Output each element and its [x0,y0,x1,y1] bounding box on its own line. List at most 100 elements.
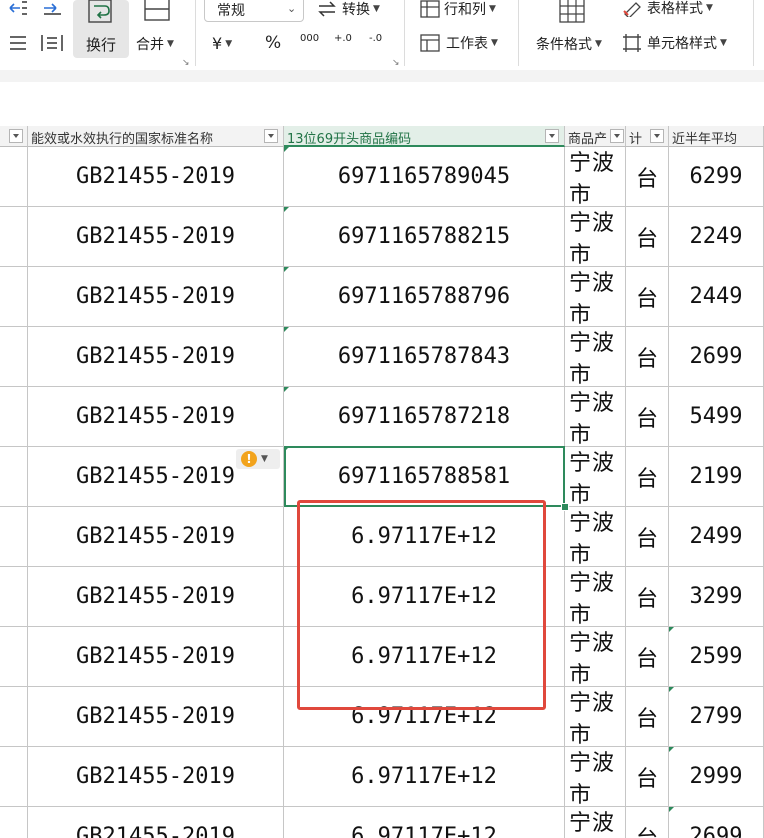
avg-price-cell[interactable]: 5499 [669,387,764,447]
row-leading-cell[interactable] [0,747,28,807]
origin-cell[interactable]: 宁波市 [565,327,626,387]
product-code-cell[interactable]: 6.97117E+12 [284,507,565,567]
product-code-cell[interactable]: 6971165789045 [284,147,565,207]
standard-cell[interactable]: GB21455-2019 [28,147,284,207]
avg-price-cell[interactable]: 2249 [669,207,764,267]
avg-price-cell[interactable]: 2199 [669,447,764,507]
product-code-cell[interactable]: 6.97117E+12 [284,807,565,838]
thousands-separator-button[interactable]: 000 [300,33,319,44]
unit-cell[interactable]: 台 [626,567,669,627]
unit-cell[interactable]: 台 [626,147,669,207]
avg-price-cell[interactable]: 2799 [669,687,764,747]
unit-cell[interactable]: 台 [626,507,669,567]
table-style-button[interactable]: 表格样式 ▼ [622,0,713,18]
row-leading-cell[interactable] [0,567,28,627]
column-header-origin[interactable]: 商品产 [565,126,626,147]
row-leading-cell[interactable] [0,387,28,447]
merge-cells-button[interactable]: 合并 ▼ [136,34,174,54]
unit-cell[interactable]: 台 [626,747,669,807]
unit-cell[interactable]: 台 [626,687,669,747]
standard-cell[interactable]: GB21455-2019 [28,207,284,267]
filter-dropdown-icon[interactable] [650,129,664,143]
currency-format-button[interactable]: ¥ ▼ [212,34,232,53]
merge-cells-icon[interactable] [144,0,170,22]
dialog-launcher-icon[interactable]: ↘ [392,58,400,68]
row-leading-cell[interactable] [0,327,28,387]
distributed-align-icon[interactable] [40,33,64,53]
product-code-cell[interactable]: 6.97117E+12 [284,747,565,807]
standard-cell[interactable]: GB21455-2019 [28,747,284,807]
standard-cell[interactable]: GB21455-2019 [28,627,284,687]
row-leading-cell[interactable] [0,147,28,207]
product-code-cell[interactable]: 6971165787843 [284,327,565,387]
avg-price-cell[interactable]: 2999 [669,747,764,807]
product-code-cell[interactable]: 6.97117E+12 [284,687,565,747]
column-header-avg-price[interactable]: 近半年平均 [669,126,764,147]
row-leading-cell[interactable] [0,447,28,507]
origin-cell[interactable]: 宁波市 [565,387,626,447]
origin-cell[interactable]: 宁波市 [565,807,626,838]
standard-cell[interactable]: GB21455-2019 [28,687,284,747]
standard-cell[interactable]: GB21455-2019 [28,387,284,447]
product-code-cell[interactable]: 6971165787218 [284,387,565,447]
origin-cell[interactable]: 宁波市 [565,627,626,687]
origin-cell[interactable]: 宁波市 [565,207,626,267]
origin-cell[interactable]: 宁波市 [565,267,626,327]
avg-price-cell[interactable]: 2599 [669,627,764,687]
row-leading-cell[interactable] [0,267,28,327]
cell-style-button[interactable]: 单元格样式 ▼ [622,33,727,53]
origin-cell[interactable]: 宁波市 [565,567,626,627]
avg-price-cell[interactable]: 2449 [669,267,764,327]
column-header-standard[interactable]: 能效或水效执行的国家标准名称 [28,126,284,147]
indent-increase-icon[interactable] [42,0,62,16]
product-code-cell[interactable]: 6971165788581 [284,447,565,507]
origin-cell[interactable]: 宁波市 [565,147,626,207]
product-code-cell[interactable]: 6971165788796 [284,267,565,327]
avg-price-cell[interactable]: 2499 [669,507,764,567]
worksheet-button[interactable]: 工作表 ▼ [420,33,498,53]
row-leading-cell[interactable] [0,207,28,267]
unit-cell[interactable]: 台 [626,627,669,687]
product-code-cell[interactable]: 6.97117E+12 [284,627,565,687]
filter-dropdown-icon[interactable] [264,129,278,143]
error-check-button[interactable]: ! ▼ [236,449,280,469]
convert-button[interactable]: 转换 ▼ [316,0,380,19]
avg-price-cell[interactable]: 2699 [669,327,764,387]
rows-columns-button[interactable]: 行和列 ▼ [420,0,496,19]
unit-cell[interactable]: 台 [626,447,669,507]
align-justify-icon[interactable] [8,34,28,52]
origin-cell[interactable]: 宁波市 [565,687,626,747]
column-header-0[interactable] [0,126,28,147]
column-header-unit[interactable]: 计 [626,126,669,147]
origin-cell[interactable]: 宁波市 [565,447,626,507]
origin-cell[interactable]: 宁波市 [565,747,626,807]
standard-cell[interactable]: GB21455-2019 [28,507,284,567]
avg-price-cell[interactable]: 3299 [669,567,764,627]
filter-dropdown-icon[interactable] [545,129,559,143]
standard-cell[interactable]: GB21455-2019 [28,327,284,387]
filter-dropdown-icon[interactable] [9,129,23,143]
wrap-text-button[interactable]: 换行 [73,0,129,58]
row-leading-cell[interactable] [0,807,28,838]
avg-price-cell[interactable]: 6299 [669,147,764,207]
product-code-cell[interactable]: 6971165788215 [284,207,565,267]
standard-cell[interactable]: GB21455-2019 [28,267,284,327]
unit-cell[interactable]: 台 [626,327,669,387]
unit-cell[interactable]: 台 [626,207,669,267]
standard-cell[interactable]: GB21455-2019 [28,807,284,838]
spreadsheet-grid[interactable]: GB21455-2019 6971165789045 宁波市台 6299 GB21455… [0,147,764,838]
unit-cell[interactable]: 台 [626,387,669,447]
row-leading-cell[interactable] [0,627,28,687]
unit-cell[interactable]: 台 [626,807,669,838]
row-leading-cell[interactable] [0,507,28,567]
indent-decrease-icon[interactable] [8,0,28,16]
column-header-product-code[interactable]: 13位69开头商品编码 [284,126,565,147]
origin-cell[interactable]: 宁波市 [565,507,626,567]
filter-dropdown-icon[interactable] [610,129,624,143]
decrease-decimal-button[interactable]: -.0 [369,33,382,44]
row-leading-cell[interactable] [0,687,28,747]
conditional-format-button[interactable]: 条件格式 ▼ [536,34,602,54]
product-code-cell[interactable]: 6.97117E+12 [284,567,565,627]
avg-price-cell[interactable]: 2699 [669,807,764,838]
increase-decimal-button[interactable]: +.0 [334,33,352,44]
